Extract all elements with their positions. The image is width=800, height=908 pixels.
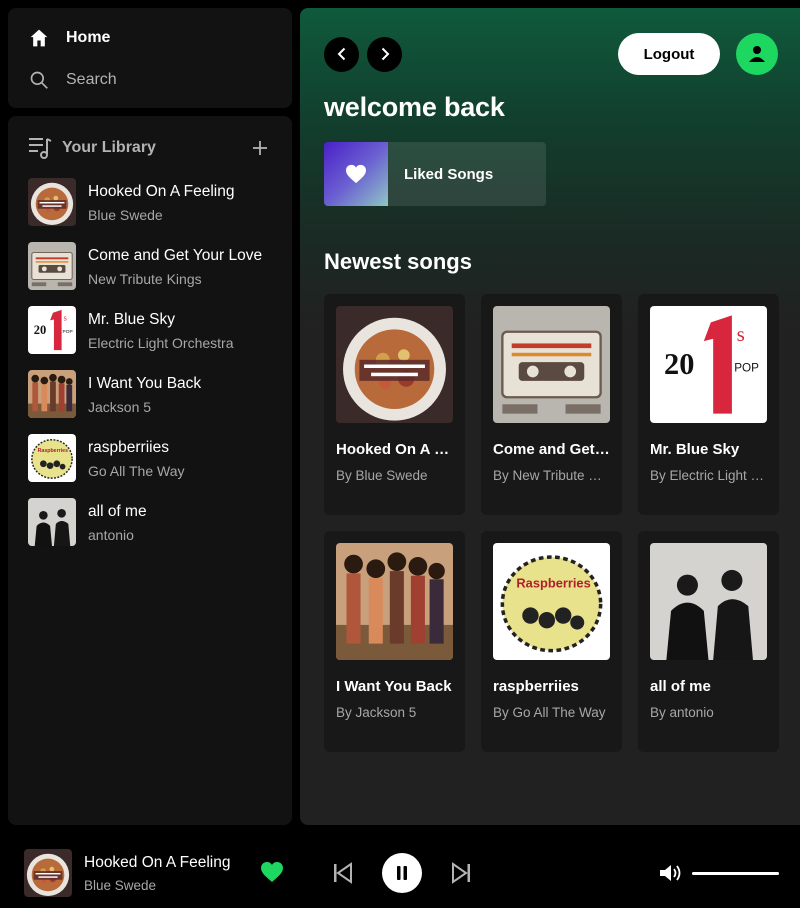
liked-songs-card[interactable]: Liked Songs	[324, 142, 546, 206]
liked-songs-art	[324, 142, 388, 206]
library-item-title: all of me	[88, 502, 147, 520]
library-item-title: I Want You Back	[88, 374, 202, 392]
heart-icon	[346, 164, 366, 184]
plus-icon	[253, 141, 267, 155]
chevron-left-icon	[337, 47, 345, 61]
library-list: Hooked On A Feeling Blue Swede Come and G…	[8, 162, 292, 546]
section-title: Newest songs	[324, 249, 472, 274]
previous-button[interactable]	[332, 861, 354, 885]
library-item-artist: antonio	[88, 526, 134, 543]
song-card-title: Hooked On A Feeling	[336, 441, 453, 458]
now-playing-title: Hooked On A Feeling	[84, 853, 231, 871]
library-item-title: Come and Get Your Love	[88, 246, 263, 264]
player-bar: Hooked On A Feeling Blue Swede	[0, 833, 800, 908]
library-icon	[28, 136, 52, 160]
library-item-title: Hooked On A Feeling	[88, 182, 235, 200]
now-playing-artist: Blue Swede	[84, 877, 157, 893]
album-art	[28, 306, 76, 354]
like-button[interactable]	[260, 861, 284, 885]
album-art	[650, 306, 767, 423]
album-art	[336, 543, 453, 660]
song-card-subtitle: By antonio	[650, 705, 714, 720]
song-card[interactable]: Come and Get Your Love By New Tribute Ki…	[481, 294, 622, 515]
chevron-right-icon	[381, 47, 389, 61]
pause-icon	[397, 866, 407, 880]
library-item-artist: Go All The Way	[88, 462, 185, 479]
skip-next-icon	[452, 862, 470, 884]
back-button[interactable]	[324, 36, 359, 72]
volume-slider[interactable]	[692, 872, 779, 875]
library-item-artist: Blue Swede	[88, 206, 163, 223]
home-icon	[28, 27, 50, 49]
library-item[interactable]: Come and Get Your Love New Tribute Kings	[28, 242, 272, 290]
logout-button[interactable]: Logout	[618, 33, 720, 75]
library-item[interactable]: all of me antonio	[28, 498, 272, 546]
now-playing: Hooked On A Feeling Blue Swede	[24, 849, 231, 897]
library-item-artist: Jackson 5	[88, 398, 152, 415]
album-art	[650, 543, 767, 660]
now-playing-art	[24, 849, 72, 897]
library-item[interactable]: I Want You Back Jackson 5	[28, 370, 272, 418]
top-bar: Logout	[324, 32, 778, 76]
song-card[interactable]: raspberriies By Go All The Way	[481, 531, 622, 752]
library-item-artist: New Tribute Kings	[88, 270, 202, 287]
library-item[interactable]: Hooked On A Feeling Blue Swede	[28, 178, 272, 226]
song-card-subtitle: By New Tribute Kings	[493, 468, 610, 483]
pause-button[interactable]	[382, 853, 422, 893]
album-art	[336, 306, 453, 423]
song-card-subtitle: By Electric Light Orchestra	[650, 468, 767, 483]
album-art	[28, 242, 76, 290]
song-card-subtitle: By Go All The Way	[493, 705, 606, 720]
volume-icon	[660, 865, 681, 881]
song-card[interactable]: I Want You Back By Jackson 5	[324, 531, 465, 752]
album-art	[493, 306, 610, 423]
nav-item-search[interactable]: Search	[28, 66, 272, 94]
next-button[interactable]	[450, 861, 472, 885]
user-icon	[749, 46, 765, 62]
library-panel: Your Library Hooked On A Feeling Blue Swe…	[8, 116, 292, 825]
library-header: Your Library	[8, 116, 292, 162]
volume-slider-fill	[692, 872, 779, 875]
song-card-subtitle: By Jackson 5	[336, 705, 417, 720]
album-art	[28, 178, 76, 226]
album-art	[493, 543, 610, 660]
main-panel: Logout welcome back Liked Songs Newest s…	[300, 8, 800, 825]
song-card[interactable]: Mr. Blue Sky By Electric Light Orchestra	[638, 294, 779, 515]
song-card-title: all of me	[650, 678, 711, 695]
song-card-title: Come and Get Your Love	[493, 441, 610, 458]
search-icon	[28, 69, 50, 91]
library-title: Your Library	[62, 139, 156, 156]
song-card-title: Mr. Blue Sky	[650, 441, 740, 458]
song-card-title: I Want You Back	[336, 678, 452, 695]
library-title-button[interactable]: Your Library	[28, 136, 156, 160]
nav-item-home[interactable]: Home	[28, 24, 272, 52]
nav-item-search-label: Search	[66, 71, 117, 88]
page-title: welcome back	[324, 92, 505, 122]
heart-filled-icon	[261, 862, 283, 882]
liked-songs-label: Liked Songs	[404, 165, 494, 183]
song-card[interactable]: all of me By antonio	[638, 531, 779, 752]
library-item-artist: Electric Light Orchestra	[88, 334, 234, 351]
newest-songs-grid: Hooked On A Feeling By Blue Swede Come a…	[324, 294, 779, 752]
album-art	[28, 370, 76, 418]
album-art	[28, 434, 76, 482]
nav-panel: Home Search	[8, 8, 292, 108]
forward-button[interactable]	[367, 36, 402, 72]
song-card-subtitle: By Blue Swede	[336, 468, 428, 483]
song-card[interactable]: Hooked On A Feeling By Blue Swede	[324, 294, 465, 515]
volume-button[interactable]	[658, 861, 684, 885]
user-profile-button[interactable]	[736, 33, 778, 75]
library-item[interactable]: Mr. Blue Sky Electric Light Orchestra	[28, 306, 272, 354]
album-art	[28, 498, 76, 546]
add-playlist-button[interactable]	[248, 136, 272, 160]
library-item-title: Mr. Blue Sky	[88, 310, 175, 328]
nav-item-home-label: Home	[66, 29, 111, 46]
library-item[interactable]: raspberriies Go All The Way	[28, 434, 272, 482]
library-item-title: raspberriies	[88, 438, 169, 456]
skip-previous-icon	[334, 862, 352, 884]
song-card-title: raspberriies	[493, 678, 579, 695]
